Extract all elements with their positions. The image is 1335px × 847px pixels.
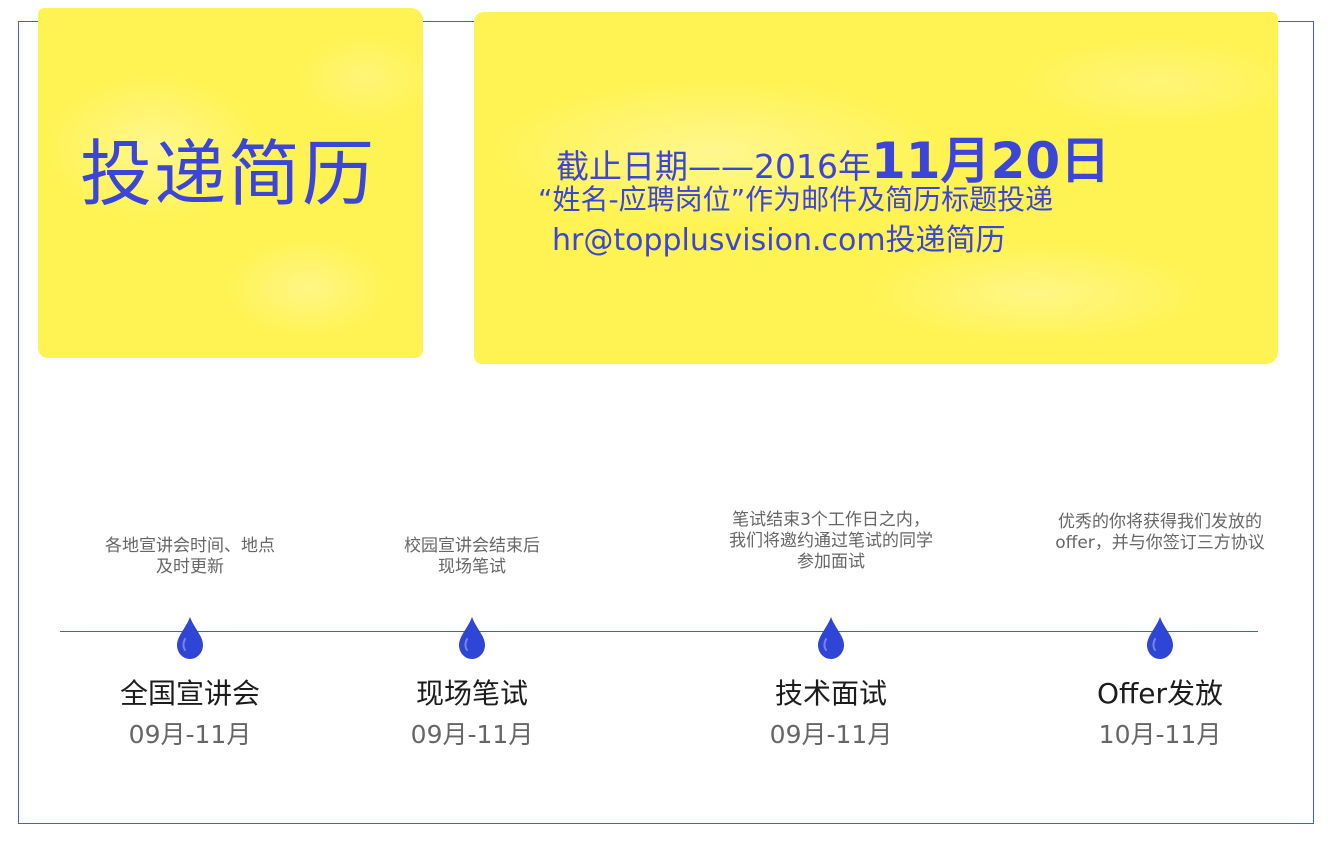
step-dates: 10月-11月 [1098,720,1222,749]
email-line: hr@topplusvision.com投递简历 [552,223,1006,258]
page-title: 投递简历 [80,132,377,216]
timeline-step-1: 各地宣讲会时间、地点 及时更新 全国宣讲会 09月-11月 [65,500,315,770]
step-title: Offer发放 [1096,677,1224,710]
step-title: 现场笔试 [415,677,528,710]
deadline-prefix: 截止日期——2016年 [556,147,871,186]
step-description: 优秀的你将获得我们发放的 offer，并与你签订三方协议 [1055,512,1265,553]
subject-rule: “姓名-应聘岗位”作为邮件及简历标题投递 [538,183,1054,216]
water-drop-icon [459,617,485,659]
step-dates: 09月-11月 [769,720,893,749]
step-description: 各地宣讲会时间、地点 及时更新 [105,536,275,577]
step-description: 校园宣讲会结束后 现场笔试 [404,536,540,577]
deadline-date: 11月20日 [870,132,1111,190]
water-drop-icon [177,617,203,659]
deadline-line: 截止日期——2016年11月20日 [556,136,1110,186]
step-dates: 09月-11月 [128,720,252,749]
step-description: 笔试结束3个工作日之内， 我们将邀约通过笔试的同学 参加面试 [729,510,933,572]
timeline-step-4: 优秀的你将获得我们发放的 offer，并与你签订三方协议 Offer发放 10月… [1035,500,1285,770]
timeline-step-2: 校园宣讲会结束后 现场笔试 现场笔试 09月-11月 [347,500,597,770]
step-title: 技术面试 [774,677,887,710]
step-dates: 09月-11月 [410,720,534,749]
timeline-step-3: 笔试结束3个工作日之内， 我们将邀约通过笔试的同学 参加面试 技术面试 09月-… [706,500,956,770]
water-drop-icon [1147,617,1173,659]
step-title: 全国宣讲会 [119,677,260,710]
water-drop-icon [818,617,844,659]
